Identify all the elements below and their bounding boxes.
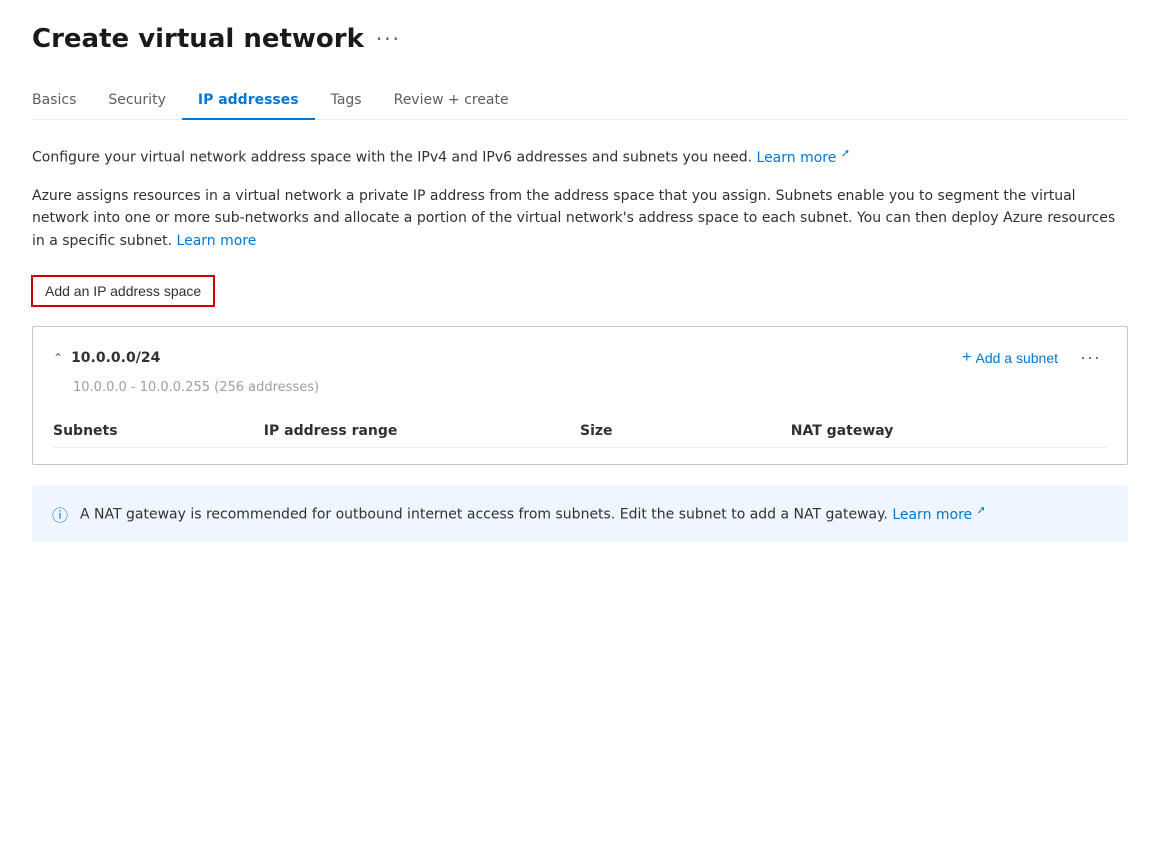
ip-space-cidr: 10.0.0.0/24 <box>71 350 160 366</box>
tab-security[interactable]: Security <box>92 82 182 120</box>
chevron-up-icon[interactable]: ⌃ <box>53 351 63 365</box>
ip-range-text: 10.0.0.0 - 10.0.0.255 (256 addresses) <box>73 380 1107 395</box>
ip-space-card: ⌃ 10.0.0.0/24 + Add a subnet ··· 10.0.0.… <box>32 326 1128 465</box>
page-title-row: Create virtual network ··· <box>32 24 1128 54</box>
page-title: Create virtual network <box>32 24 364 54</box>
info-banner-text: A NAT gateway is recommended for outboun… <box>80 501 986 526</box>
ip-space-header: ⌃ 10.0.0.0/24 + Add a subnet ··· <box>53 343 1107 372</box>
add-subnet-button[interactable]: + Add a subnet <box>954 345 1066 371</box>
external-link-icon-1: ➚ <box>841 146 850 159</box>
info-banner: ⓘ A NAT gateway is recommended for outbo… <box>32 485 1128 542</box>
col-nat-gateway: NAT gateway <box>791 415 1107 448</box>
learn-more-link-2[interactable]: Learn more <box>177 233 257 249</box>
plus-icon: + <box>962 349 971 367</box>
tab-basics[interactable]: Basics <box>32 82 92 120</box>
col-ip-address-range: IP address range <box>264 415 580 448</box>
col-subnets: Subnets <box>53 415 264 448</box>
description-2: Azure assigns resources in a virtual net… <box>32 185 1128 252</box>
ip-space-more-button[interactable]: ··· <box>1074 343 1107 372</box>
tab-ip-addresses[interactable]: IP addresses <box>182 82 315 120</box>
description-1: Configure your virtual network address s… <box>32 144 1128 169</box>
learn-more-link-1[interactable]: Learn more ➚ <box>757 150 851 166</box>
tab-navigation: Basics Security IP addresses Tags Review… <box>32 82 1128 120</box>
ip-space-title-row: ⌃ 10.0.0.0/24 <box>53 350 160 366</box>
external-link-icon-2: ➚ <box>977 503 986 516</box>
description-1-text: Configure your virtual network address s… <box>32 150 752 166</box>
info-icon: ⓘ <box>52 502 68 526</box>
info-learn-more-link[interactable]: Learn more ➚ <box>892 507 986 523</box>
add-ip-address-space-button[interactable]: Add an IP address space <box>32 276 214 306</box>
subnet-table: Subnets IP address range Size NAT gatewa… <box>53 415 1107 448</box>
page-more-icon[interactable]: ··· <box>376 27 401 51</box>
col-size: Size <box>580 415 791 448</box>
tab-tags[interactable]: Tags <box>315 82 378 120</box>
subnet-table-header-row: Subnets IP address range Size NAT gatewa… <box>53 415 1107 448</box>
ip-space-actions: + Add a subnet ··· <box>954 343 1107 372</box>
add-subnet-label: Add a subnet <box>976 350 1059 366</box>
tab-review-create[interactable]: Review + create <box>378 82 525 120</box>
